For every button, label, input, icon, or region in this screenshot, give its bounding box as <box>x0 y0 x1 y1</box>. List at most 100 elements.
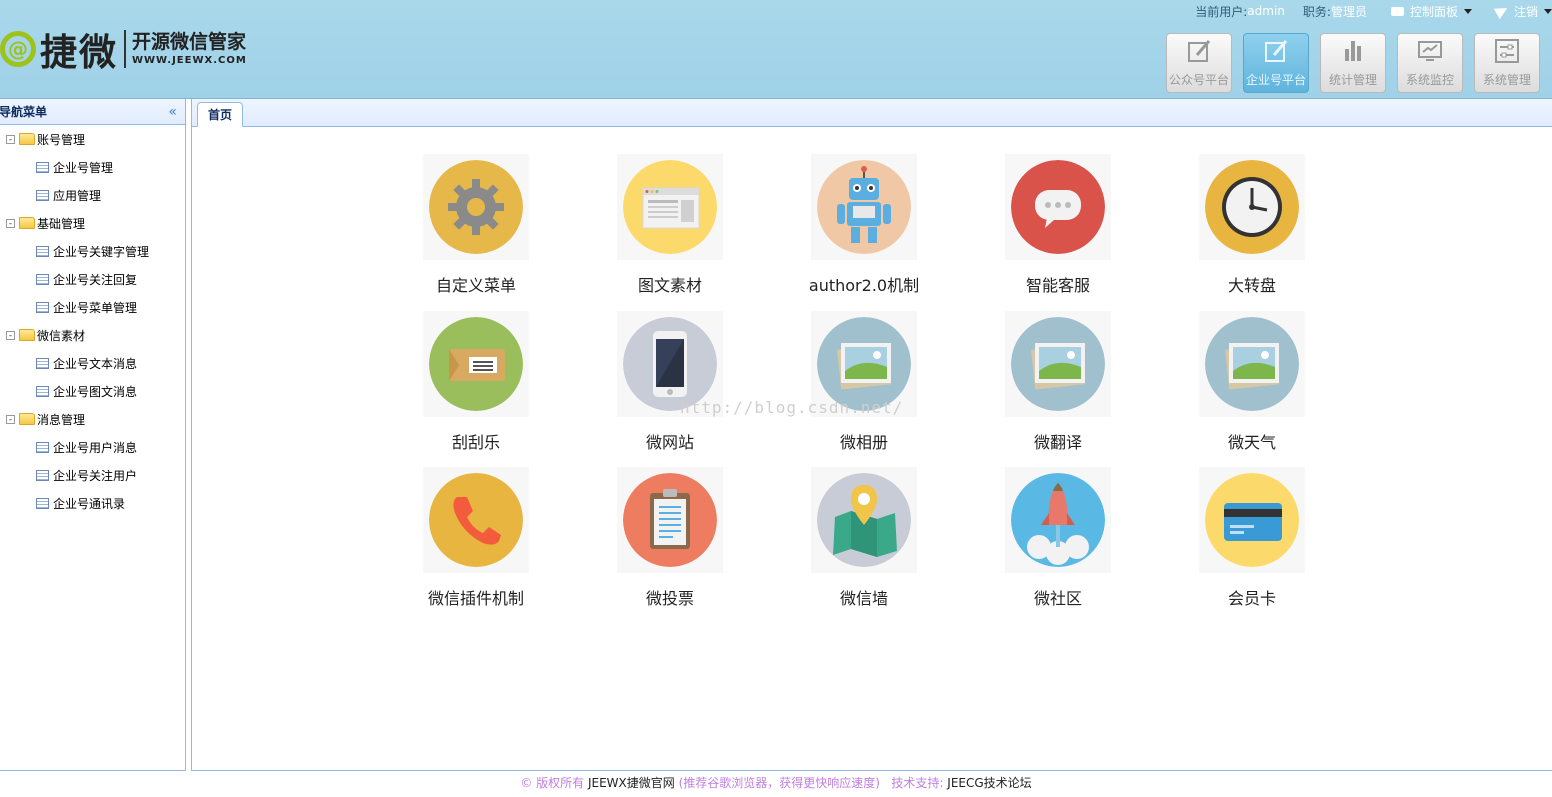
edit-icon <box>1188 40 1211 62</box>
bar-chart-icon <box>1345 41 1361 61</box>
platform-label: 企业号平台 <box>1245 73 1306 87</box>
tree-group-basic[interactable]: - 基础管理 <box>0 209 185 237</box>
tree-item[interactable]: 企业号文本消息 <box>0 349 185 377</box>
logo-divider <box>124 30 126 68</box>
collapse-toggle-icon[interactable]: - <box>6 414 15 424</box>
tree-item-label: 企业号文本消息 <box>53 356 138 371</box>
table-icon <box>36 385 49 397</box>
settings-icon <box>1495 39 1519 63</box>
platform-button-stats[interactable]: 统计管理 <box>1320 33 1386 93</box>
collapse-toggle-icon[interactable]: - <box>6 330 15 340</box>
tile-author[interactable]: author2.0机制 <box>809 154 919 296</box>
tree-item-label: 企业号菜单管理 <box>53 300 138 315</box>
table-icon <box>36 497 49 509</box>
folder-icon <box>19 329 35 341</box>
logo-url: WWW.JEEWX.COM <box>132 54 247 66</box>
tree-item[interactable]: 企业号管理 <box>0 153 185 181</box>
logout-link[interactable]: 注销 <box>1493 2 1552 20</box>
tree-item[interactable]: 企业号关注用户 <box>0 461 185 489</box>
logo-tagline: 开源微信管家 <box>132 30 247 53</box>
picture-icon <box>817 317 911 411</box>
platform-label: 公众号平台 <box>1168 73 1229 87</box>
control-panel-label: 控制面板 <box>1409 4 1458 19</box>
phone-icon <box>623 317 717 411</box>
table-icon <box>36 189 49 201</box>
tile-label: 微网站 <box>645 433 694 452</box>
role-label: 职务: <box>1302 4 1331 19</box>
tree-item[interactable]: 应用管理 <box>0 181 185 209</box>
tile-micro-vote[interactable]: 微投票 <box>615 467 725 609</box>
tree-item[interactable]: 企业号关键字管理 <box>0 237 185 265</box>
table-icon <box>36 273 49 285</box>
send-icon <box>1493 2 1511 20</box>
tree-item-label: 企业号关注用户 <box>53 468 138 483</box>
tile-plugin[interactable]: 微信插件机制 <box>421 467 531 609</box>
control-panel-dropdown[interactable]: 控制面板 <box>1390 3 1472 20</box>
clipboard-icon <box>623 473 717 567</box>
tile-micro-community[interactable]: 微社区 <box>1003 467 1113 609</box>
platform-button-monitor[interactable]: 系统监控 <box>1397 33 1463 93</box>
browser-tip: (推荐谷歌浏览器，获得更快响应速度) <box>678 776 880 790</box>
tree-group-label: 微信素材 <box>37 328 86 343</box>
tree-item[interactable]: 企业号关注回复 <box>0 265 185 293</box>
tree-group-account[interactable]: - 账号管理 <box>0 125 185 153</box>
platform-label: 系统监控 <box>1405 73 1454 87</box>
tile-label: 微天气 <box>1227 433 1276 452</box>
tree-item[interactable]: 企业号图文消息 <box>0 377 185 405</box>
top-info-bar: 当前用户: admin 职务: 管理员 控制面板 注销 <box>1177 0 1552 22</box>
collapse-toggle-icon[interactable]: - <box>6 218 15 228</box>
tile-label: 大转盘 <box>1227 276 1276 295</box>
tile-member-card[interactable]: 会员卡 <box>1197 467 1307 609</box>
tile-micro-translate[interactable]: 微翻译 <box>1003 311 1113 453</box>
collapse-icon[interactable]: « <box>168 104 177 120</box>
tree-item[interactable]: 企业号用户消息 <box>0 433 185 461</box>
sidebar-header: 导航菜单 « <box>0 99 185 125</box>
tree-group-label: 账号管理 <box>37 132 86 147</box>
tile-micro-album[interactable]: 微相册 <box>809 311 919 453</box>
logo-name: 捷微 <box>40 31 118 74</box>
platform-button-enterprise[interactable]: 企业号平台 <box>1243 33 1309 93</box>
copyright-text: © 版权所有 <box>520 776 585 790</box>
ticket-icon <box>429 317 523 411</box>
tile-label: 微信墙 <box>839 589 888 608</box>
logo: @ 捷微 开源微信管家 WWW.JEEWX.COM <box>0 26 247 74</box>
tile-label: author2.0机制 <box>808 276 920 295</box>
tree-group-message[interactable]: - 消息管理 <box>0 405 185 433</box>
platform-button-system[interactable]: 系统管理 <box>1474 33 1540 93</box>
tile-lucky-wheel[interactable]: 大转盘 <box>1197 154 1307 296</box>
tile-micro-weather[interactable]: 微天气 <box>1197 311 1307 453</box>
tree-item-label: 应用管理 <box>53 188 102 203</box>
tree-item-label: 企业号关键字管理 <box>53 244 150 259</box>
tree-group-material[interactable]: - 微信素材 <box>0 321 185 349</box>
tree-item[interactable]: 企业号通讯录 <box>0 489 185 517</box>
tile-wechat-wall[interactable]: 微信墙 <box>809 467 919 609</box>
collapse-toggle-icon[interactable]: - <box>6 134 15 144</box>
tile-smart-service[interactable]: 智能客服 <box>1003 154 1113 296</box>
folder-icon <box>19 413 35 425</box>
picture-icon <box>1205 317 1299 411</box>
platform-label: 统计管理 <box>1328 73 1377 87</box>
support-forum-link[interactable]: JEECG技术论坛 <box>947 776 1031 790</box>
tile-scratch-card[interactable]: 刮刮乐 <box>421 311 531 453</box>
tile-custom-menu[interactable]: 自定义菜单 <box>421 154 531 296</box>
platform-buttons: 公众号平台 企业号平台 统计管理 系统监控 系统管理 <box>1155 33 1540 93</box>
tree-item-label: 企业号用户消息 <box>53 440 138 455</box>
platform-button-public[interactable]: 公众号平台 <box>1166 33 1232 93</box>
rocket-icon <box>1011 473 1105 567</box>
tile-rich-media[interactable]: 图文素材 <box>615 154 725 296</box>
tab-bar: 首页 <box>191 99 1552 127</box>
tile-label: 会员卡 <box>1227 589 1276 608</box>
tab-home[interactable]: 首页 <box>197 102 244 127</box>
official-site-link[interactable]: JEEWX捷微官网 <box>588 776 675 790</box>
tile-micro-site[interactable]: 微网站 <box>615 311 725 453</box>
tree-item[interactable]: 企业号菜单管理 <box>0 293 185 321</box>
tree-item-label: 企业号关注回复 <box>53 272 138 287</box>
platform-label: 系统管理 <box>1482 73 1531 87</box>
caret-down-icon <box>1544 8 1552 14</box>
folder-icon <box>19 133 35 145</box>
table-icon <box>36 301 49 313</box>
tree-item-label: 企业号通讯录 <box>53 496 126 511</box>
support-label: 技术支持: <box>891 776 944 790</box>
table-icon <box>36 161 49 173</box>
monitor-icon <box>1390 6 1404 16</box>
